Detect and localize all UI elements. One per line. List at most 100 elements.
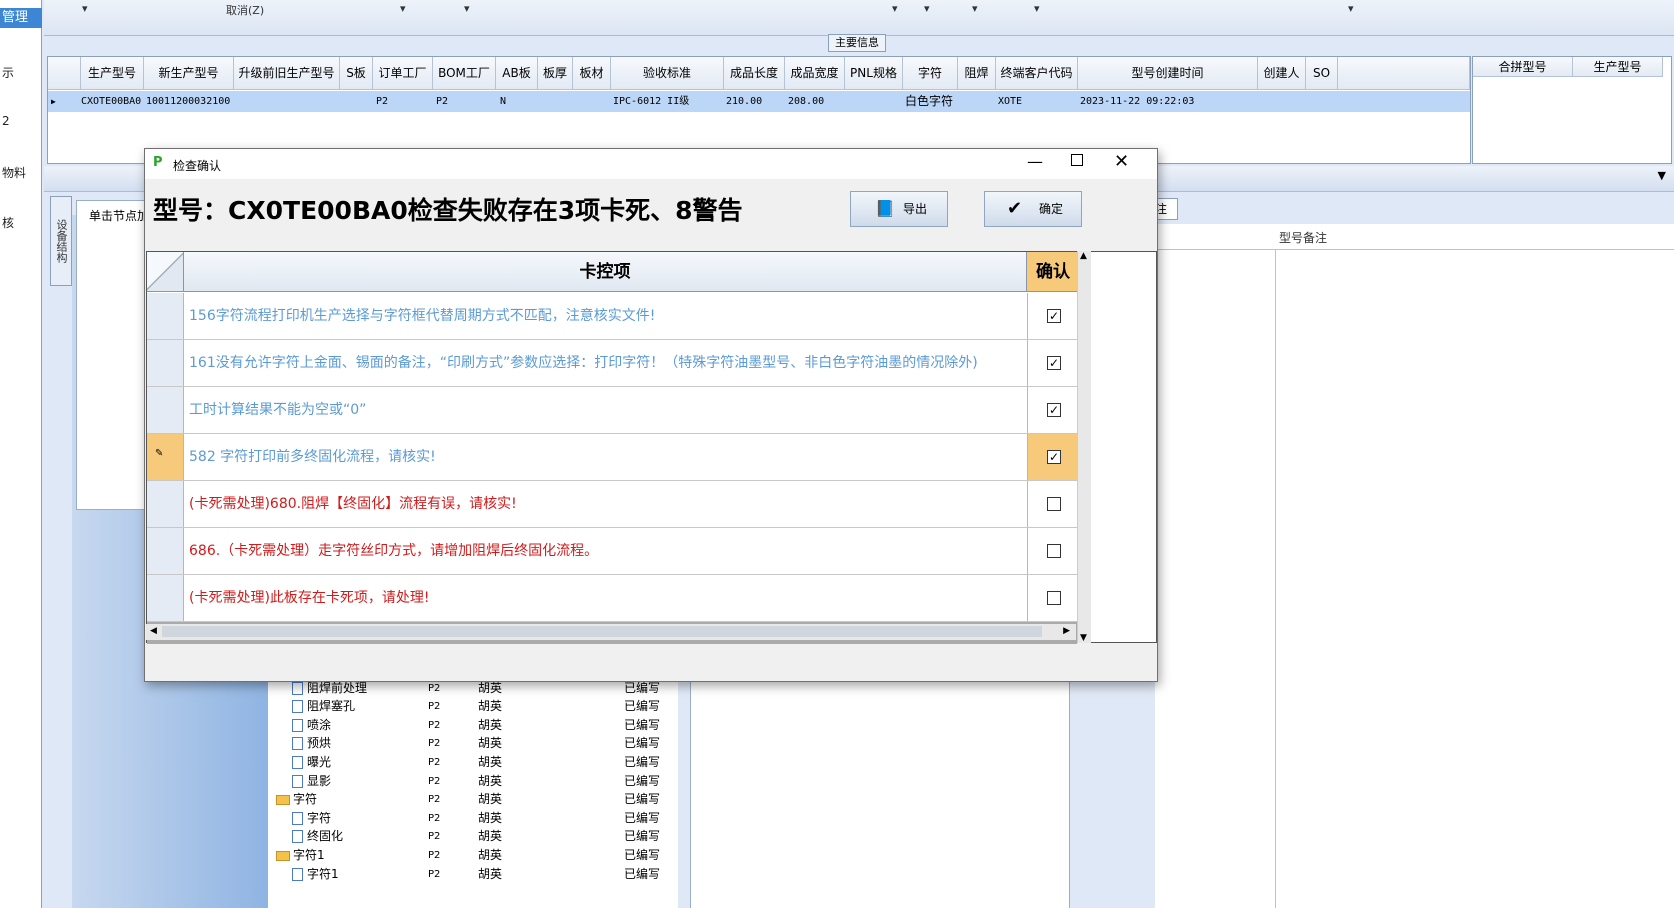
tree-row[interactable]: 预烘 P2 胡英 已编写 [268,734,678,753]
confirm-cell[interactable]: ✓ [1027,293,1079,339]
grid-header[interactable]: 新生产型号 [144,57,234,90]
grid-header[interactable]: 合拼型号 [1473,57,1573,77]
tree-row[interactable]: 喷涂 P2 胡英 已编写 [268,716,678,735]
grid-header[interactable]: 验收标准 [611,57,724,90]
check-item-row[interactable]: 工时计算结果不能为空或“0” ✓ [147,387,1077,434]
row-header[interactable]: ✎ [147,434,184,480]
confirm-checkbox[interactable]: ✓ [1047,356,1061,370]
chevron-down-icon[interactable]: ▾ [1034,2,1040,15]
confirm-button[interactable]: ✔ 确定 [984,191,1082,227]
row-header[interactable] [147,481,184,527]
minimize-icon[interactable]: — [1027,152,1043,171]
tree-row[interactable]: 字符 P2 胡英 已编写 [268,809,678,828]
check-item-row[interactable]: ✎ 582 字符打印前多终固化流程，请核实! ✓ [147,434,1079,481]
chevron-down-icon[interactable]: ▾ [464,2,470,15]
tab-equipment-structure[interactable]: 设备结构 [50,196,72,286]
grid-header[interactable]: 生产型号 [1573,57,1663,77]
vertical-scrollbar[interactable]: ▲ ▼ [1077,251,1091,643]
grid-cell[interactable]: 2023-11-22 09:22:03 [1080,91,1258,112]
check-item-row[interactable]: 156字符流程打印机生产选择与字符框代替周期方式不匹配，注意核实文件! ✓ [147,293,1077,340]
column-header-item[interactable]: 卡控项 [184,252,1027,292]
grid-cell[interactable]: 10011200032100 [146,91,236,112]
tree-row[interactable]: 终固化 P2 胡英 已编写 [268,827,678,846]
check-item-row[interactable]: (卡死需处理)此板存在卡死项，请处理! [147,575,1077,622]
grid-header[interactable]: 创建人 [1258,57,1306,90]
check-item-row[interactable]: 686.（卡死需处理）走字符丝印方式，请增加阻焊后终固化流程。 [147,528,1077,575]
tree-row[interactable]: 曝光 P2 胡英 已编写 [268,753,678,772]
tree-row[interactable]: 阻焊塞孔 P2 胡英 已编写 [268,697,678,716]
left-nav-item[interactable]: 核 [2,214,14,231]
confirm-checkbox[interactable] [1047,497,1061,511]
grid-header[interactable]: 终端客户代码 [996,57,1078,90]
grid-header[interactable]: 阻焊 [958,57,996,90]
chevron-down-icon[interactable]: ▾ [924,2,930,15]
grid-header[interactable]: 成品宽度 [785,57,845,90]
confirm-checkbox[interactable]: ✓ [1047,403,1061,417]
check-item-row[interactable]: 161没有允许字符上金面、锡面的备注，“印刷方式”参数应选择：打印字符！（特殊字… [147,340,1077,387]
tree-row[interactable]: 字符 P2 胡英 已编写 [268,790,678,809]
grid-cell[interactable]: XOTE [998,91,1078,112]
confirm-cell[interactable] [1027,528,1079,574]
confirm-checkbox[interactable]: ✓ [1047,450,1061,464]
maximize-icon[interactable] [1071,154,1083,166]
chevron-down-icon[interactable]: ▾ [82,2,88,15]
chevron-down-icon[interactable]: ▾ [892,2,898,15]
scroll-right-icon[interactable]: ▶ [1063,626,1070,636]
row-header[interactable] [147,293,184,339]
grid-header[interactable]: 订单工厂 [373,57,433,90]
scroll-left-icon[interactable]: ◀ [150,626,157,636]
check-item-row[interactable]: (卡死需处理)680.阻焊【终固化】流程有误，请核实! [147,481,1077,528]
grid-cell[interactable]: 208.00 [788,91,844,112]
grid-header[interactable]: 生产型号 [81,57,144,90]
horizontal-scrollbar[interactable]: ◀ ▶ [146,624,1076,640]
chevron-down-icon[interactable]: ▾ [400,2,406,15]
grid-cell[interactable]: 210.00 [726,91,784,112]
confirm-cell[interactable]: ✓ [1027,387,1079,433]
close-icon[interactable]: ✕ [1114,151,1129,172]
grid-header[interactable]: BOM工厂 [433,57,496,90]
scroll-thumb[interactable] [162,626,1042,637]
row-header[interactable] [147,387,184,433]
confirm-checkbox[interactable]: ✓ [1047,309,1061,323]
grid-cell[interactable]: P2 [436,91,496,112]
row-header[interactable] [147,528,184,574]
scroll-up-icon[interactable]: ▲ [1080,251,1087,261]
chevron-down-icon[interactable]: ▾ [972,2,978,15]
grid-cell[interactable]: CXOTE00BA0 [81,91,144,112]
grid-header[interactable]: 成品长度 [724,57,785,90]
grid-header[interactable]: S板 [340,57,373,90]
tree-row[interactable]: 显影 P2 胡英 已编写 [268,772,678,791]
export-button[interactable]: 📘 导出 [850,191,948,227]
row-header[interactable] [147,575,184,621]
grid-header[interactable]: AB板 [496,57,538,90]
row-header[interactable] [147,340,184,386]
grid-cell[interactable]: P2 [376,91,431,112]
confirm-cell[interactable]: ✓ [1027,340,1079,386]
column-header-confirm[interactable]: 确认 [1027,252,1079,292]
remark-textarea[interactable] [1275,250,1674,908]
tree-row[interactable]: 字符1 P2 胡英 已编写 [268,846,678,865]
grid-cell[interactable]: IPC-6012 II级 [613,91,723,112]
grid-header[interactable]: 板材 [573,57,611,90]
grid-header[interactable]: PNL规格 [845,57,903,90]
cancel-button[interactable]: 取消(Z) [226,2,264,18]
left-nav-item[interactable]: 2 [2,114,10,128]
left-nav-item[interactable]: 示 [2,64,14,81]
chevron-down-icon[interactable]: ▾ [1348,2,1354,15]
grid-cell[interactable]: N [500,91,535,112]
scroll-down-icon[interactable]: ▼ [1080,633,1087,643]
confirm-cell[interactable] [1027,575,1079,621]
left-nav-item[interactable]: 物料 [2,164,26,181]
grid-header[interactable]: 板厚 [538,57,573,90]
grid-header[interactable]: 型号创建时间 [1078,57,1258,90]
confirm-checkbox[interactable] [1047,544,1061,558]
tree-row[interactable]: 字符1 P2 胡英 已编写 [268,865,678,884]
left-nav-selected[interactable]: 管理 [0,8,42,28]
grid-cell[interactable]: 白色字符 [905,91,961,112]
chevron-down-icon[interactable]: ▼ [1658,169,1666,182]
confirm-cell[interactable] [1027,481,1079,527]
confirm-checkbox[interactable] [1047,591,1061,605]
grid-header[interactable]: SO [1306,57,1338,90]
grid-header[interactable]: 升级前旧生产型号 [234,57,340,90]
grid-header[interactable]: 字符 [903,57,958,90]
